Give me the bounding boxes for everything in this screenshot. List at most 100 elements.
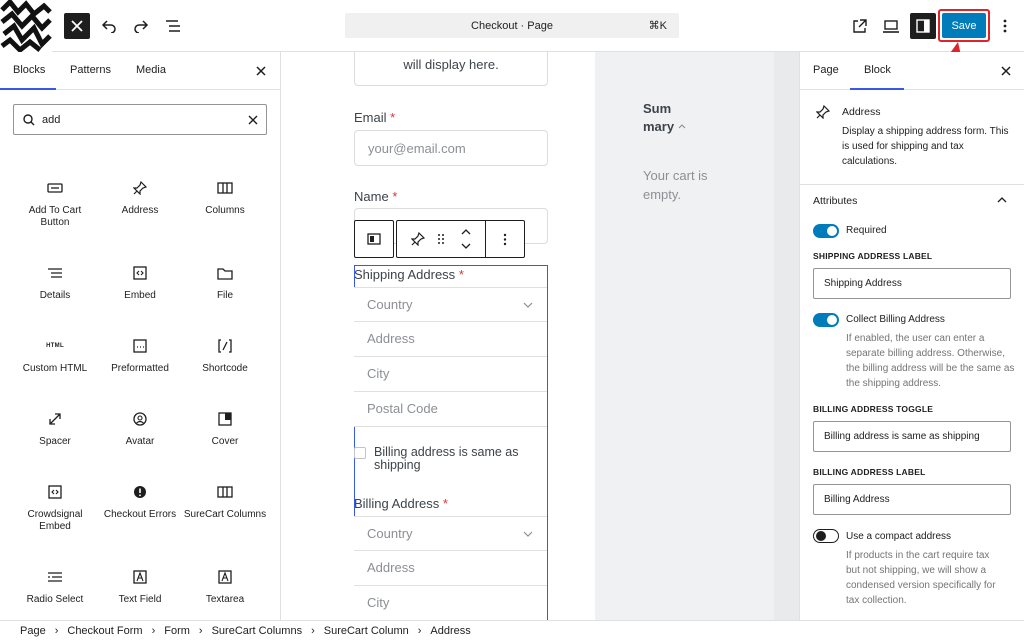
close-icon[interactable]	[64, 13, 90, 39]
block-custom-html[interactable]: HTML Custom HTML	[13, 335, 97, 375]
billing-address-field[interactable]: Address	[354, 551, 547, 586]
editor-top-toolbar: Checkout · Page ⌘K Save	[0, 0, 1024, 52]
billing-same-checkbox[interactable]	[354, 447, 366, 459]
chevron-right-icon: ›	[311, 624, 315, 637]
block-preformatted[interactable]: Preformatted	[98, 335, 182, 375]
attributes-heading[interactable]: Attributes	[813, 195, 857, 207]
block-columns[interactable]: Columns	[183, 177, 267, 217]
chevron-right-icon: ›	[54, 624, 59, 637]
cart-empty-message: Your cart is empty.	[643, 168, 708, 202]
breadcrumb-item[interactable]: Page	[20, 625, 46, 637]
chevron-right-icon: ›	[417, 624, 422, 637]
move-up-down-icon[interactable]	[460, 227, 472, 251]
postal-placeholder: Postal Code	[367, 401, 438, 416]
billing-city-field[interactable]: City	[354, 586, 547, 620]
block-crowdsignal-embed[interactable]: Crowdsignal Embed	[13, 481, 97, 533]
spacer-icon	[13, 408, 97, 430]
redo-icon[interactable]	[128, 13, 154, 39]
shipping-label-input[interactable]: Shipping Address	[813, 268, 1011, 299]
breadcrumb: Page › Checkout Form › Form › SureCart Colu…	[0, 620, 1024, 640]
chevron-up-icon[interactable]	[678, 123, 686, 129]
compact-address-toggle[interactable]	[813, 529, 839, 543]
device-preview-icon[interactable]	[878, 13, 904, 39]
collect-billing-toggle[interactable]	[813, 313, 839, 327]
tab-page[interactable]: Page	[813, 64, 839, 76]
drag-handle-icon[interactable]	[437, 233, 445, 245]
address-placeholder: Address	[367, 560, 415, 575]
block-label: Columns	[205, 205, 245, 216]
avatar-icon	[98, 408, 182, 430]
tab-block[interactable]: Block	[864, 64, 891, 76]
tab-blocks[interactable]: Blocks	[13, 64, 45, 76]
editor-canvas: will display here. Email * your@email.co…	[281, 52, 799, 620]
tab-media[interactable]: Media	[136, 64, 166, 76]
required-mark: *	[390, 110, 396, 125]
block-avatar[interactable]: Avatar	[98, 408, 182, 448]
search-value: add	[42, 114, 61, 126]
billing-label-input[interactable]: Billing Address	[813, 484, 1011, 515]
tab-patterns[interactable]: Patterns	[70, 64, 111, 76]
site-logo[interactable]	[0, 0, 52, 52]
chevron-down-icon	[523, 302, 533, 308]
settings-panel-icon[interactable]	[910, 13, 936, 39]
required-label: Required	[846, 225, 887, 236]
block-label: Preformatted	[111, 363, 169, 374]
breadcrumb-item[interactable]: Form	[164, 625, 190, 637]
block-description: Display a shipping address form. This is…	[842, 126, 1009, 167]
postal-code-field[interactable]: Postal Code	[354, 392, 547, 427]
active-tab-indicator	[0, 88, 56, 90]
breadcrumb-item[interactable]: Checkout Form	[67, 625, 142, 637]
block-text-field[interactable]: Text Field	[98, 566, 182, 606]
pin-icon[interactable]	[411, 232, 425, 246]
block-shortcode[interactable]: Shortcode	[183, 335, 267, 375]
undo-icon[interactable]	[96, 13, 122, 39]
collect-billing-label: Collect Billing Address	[846, 314, 945, 325]
close-inserter-icon[interactable]	[256, 66, 266, 76]
command-center[interactable]: Checkout · Page ⌘K	[345, 13, 679, 38]
order-summary-column: Summary Your cart is empty.	[595, 52, 774, 620]
block-search-input[interactable]: add	[13, 104, 267, 135]
chevron-down-icon	[523, 531, 533, 537]
close-settings-icon[interactable]	[1001, 66, 1011, 76]
clear-search-icon[interactable]	[248, 115, 258, 125]
block-cover[interactable]: Cover	[183, 408, 267, 448]
email-label: Email *	[354, 110, 395, 125]
billing-label-text: Billing Address	[354, 496, 440, 511]
block-options-icon[interactable]	[503, 233, 507, 246]
block-embed[interactable]: Embed	[98, 262, 182, 302]
save-button[interactable]: Save	[942, 13, 986, 38]
shipping-label-text: Shipping Address	[354, 267, 456, 282]
command-center-title: Checkout · Page	[471, 19, 553, 32]
breadcrumb-item[interactable]: SureCart Columns	[212, 625, 302, 637]
breadcrumb-item[interactable]: SureCart Column	[324, 625, 409, 637]
block-radio-select[interactable]: Radio Select	[13, 566, 97, 606]
city-placeholder: City	[367, 595, 390, 610]
billing-toggle-input[interactable]: Billing address is same as shipping	[813, 421, 1011, 452]
block-address[interactable]: Address	[98, 177, 182, 217]
external-view-icon[interactable]	[846, 13, 872, 39]
block-checkout-errors[interactable]: Checkout Errors	[98, 481, 182, 521]
shipping-label-heading: SHIPPING ADDRESS LABEL	[813, 251, 933, 261]
chevron-up-icon[interactable]	[997, 197, 1007, 203]
shortcode-icon	[183, 335, 267, 357]
block-spacer[interactable]: Spacer	[13, 408, 97, 448]
html-icon: HTML	[46, 343, 64, 349]
summary-title[interactable]: Summary	[643, 100, 679, 136]
block-label: Add To Cart Button	[28, 205, 82, 228]
block-details[interactable]: Details	[13, 262, 97, 302]
required-toggle[interactable]	[813, 224, 839, 238]
more-options-icon[interactable]	[992, 13, 1018, 39]
email-field[interactable]: your@email.com	[354, 130, 548, 166]
address-field[interactable]: Address	[354, 322, 547, 357]
required-mark: *	[392, 189, 398, 204]
block-surecart-columns[interactable]: SureCart Columns	[183, 481, 267, 521]
block-add-to-cart-button[interactable]: Add To Cart Button	[13, 177, 97, 229]
document-overview-icon[interactable]	[160, 13, 186, 39]
billing-country-select[interactable]: Country	[354, 516, 547, 551]
block-parent-selector[interactable]	[354, 220, 394, 258]
block-textarea[interactable]: Textarea	[183, 566, 267, 606]
payment-placeholder-box: will display here.	[354, 52, 548, 86]
city-field[interactable]: City	[354, 357, 547, 392]
block-file[interactable]: File	[183, 262, 267, 302]
country-select[interactable]: Country	[354, 287, 547, 322]
